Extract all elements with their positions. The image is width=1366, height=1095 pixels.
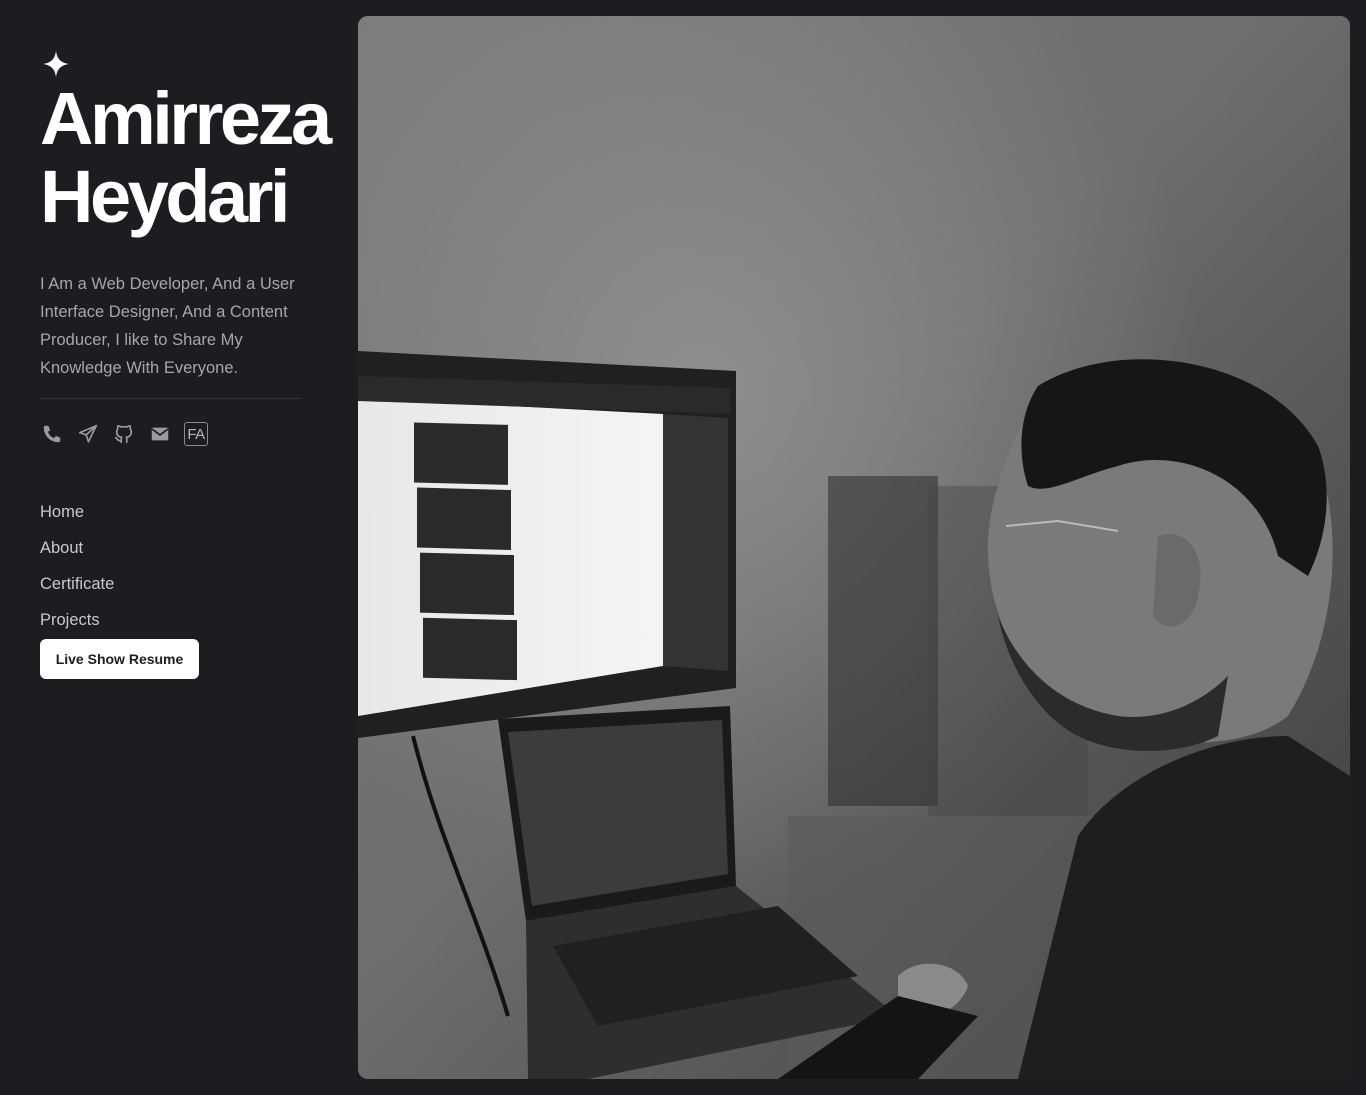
language-toggle[interactable]: FA: [184, 422, 208, 446]
main-nav: Home About Certificate Projects: [40, 494, 114, 638]
sidebar: Amirreza Heydari I Am a Web Developer, A…: [0, 0, 358, 1095]
sparkle-logo-icon: [43, 51, 69, 77]
nav-item-certificate[interactable]: Certificate: [40, 566, 114, 602]
first-name: Amirreza: [40, 77, 332, 160]
hero-photo: [358, 16, 1350, 1079]
phone-link[interactable]: [40, 422, 64, 446]
page: Amirreza Heydari I Am a Web Developer, A…: [0, 0, 1366, 1095]
telegram-link[interactable]: [76, 422, 100, 446]
divider: [40, 398, 301, 399]
github-icon: [114, 424, 133, 444]
hero-photo-illustration: [358, 16, 1350, 1079]
live-show-resume-button[interactable]: Live Show Resume: [40, 639, 199, 679]
nav-item-home[interactable]: Home: [40, 494, 114, 530]
phone-icon: [43, 425, 61, 443]
github-link[interactable]: [112, 422, 136, 446]
profile-bio: I Am a Web Developer, And a User Interfa…: [40, 275, 295, 377]
nav-item-projects[interactable]: Projects: [40, 602, 114, 638]
profile-name: Amirreza Heydari: [40, 80, 360, 236]
social-links: FA: [40, 422, 208, 446]
mail-link[interactable]: [148, 422, 172, 446]
telegram-icon: [78, 424, 98, 443]
mail-icon: [151, 427, 169, 441]
nav-item-about[interactable]: About: [40, 530, 114, 566]
last-name: Heydari: [40, 155, 290, 238]
